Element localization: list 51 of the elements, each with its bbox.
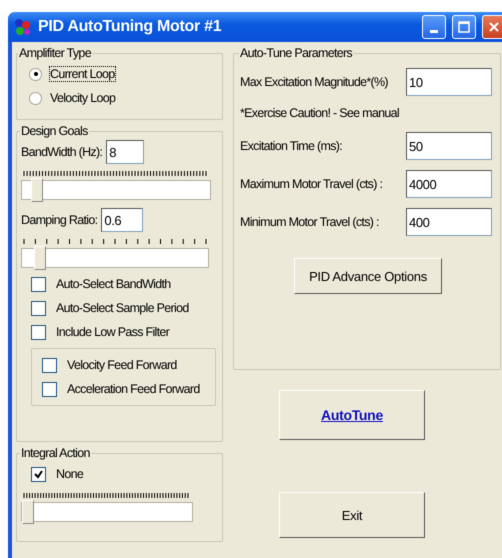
window-title: PID AutoTuning Motor #1	[38, 18, 222, 36]
minimize-button[interactable]	[422, 15, 446, 39]
input-field[interactable]: 400	[406, 208, 492, 236]
checkmark-icon	[34, 470, 43, 478]
input-field[interactable]: 50	[406, 132, 492, 160]
radio-button[interactable]	[29, 92, 42, 104]
warning-note: *Exercise Caution! - See manual	[240, 106, 400, 120]
autotune-button[interactable]: AutoTune	[279, 390, 425, 440]
input-field[interactable]: 4000	[406, 170, 492, 198]
checkbox[interactable]	[31, 466, 46, 482]
input-field[interactable]: 10	[406, 68, 492, 96]
radio-label: Velocity Loop	[50, 91, 116, 105]
field-label: Maximum Motor Travel (cts) :	[240, 177, 382, 191]
field-label: BandWidth (Hz):	[21, 145, 102, 159]
app-icon	[14, 18, 32, 36]
checkbox[interactable]	[31, 324, 46, 340]
field-label: Minimum Motor Travel (cts) :	[240, 215, 379, 229]
slider-thumb[interactable]	[34, 246, 46, 270]
field-label: Damping Ratio:	[21, 213, 98, 227]
radio-button[interactable]	[29, 68, 42, 80]
checkbox[interactable]	[31, 276, 46, 292]
maximize-button[interactable]	[452, 15, 476, 39]
slider[interactable]	[21, 502, 193, 522]
slider[interactable]	[21, 248, 209, 268]
checkbox-label: Auto-Select BandWidth	[56, 277, 171, 291]
checkbox[interactable]	[31, 300, 46, 316]
slider[interactable]	[21, 180, 211, 200]
input-field[interactable]: 8	[106, 140, 144, 164]
close-icon	[488, 21, 500, 33]
field-label: Max Excitation Magnitude*(%)	[240, 75, 388, 89]
checkbox-label: Acceleration Feed Forward	[67, 382, 200, 396]
checkbox-label: Include Low Pass Filter	[56, 325, 170, 339]
checkbox-label: None	[56, 467, 84, 481]
input-field[interactable]: 0.6	[101, 208, 144, 232]
group-title: Integral Action	[20, 446, 91, 460]
group-title: Amplifiter Type	[18, 46, 92, 60]
group-title: Design Goals	[20, 124, 89, 138]
exit-button[interactable]: Exit	[279, 492, 425, 538]
checkbox[interactable]	[42, 358, 57, 372]
advance-options-button[interactable]: PID Advance Options	[294, 258, 442, 294]
group-title: Auto-Tune Parameters	[239, 46, 353, 60]
field-label: Excitation Time (ms):	[240, 139, 342, 153]
radio-label: Current Loop	[50, 67, 115, 81]
slider-thumb[interactable]	[22, 500, 34, 524]
close-button[interactable]	[482, 15, 502, 39]
slider-thumb[interactable]	[30, 178, 43, 202]
checkbox-label: Velocity Feed Forward	[67, 358, 177, 372]
checkbox-label: Auto-Select Sample Period	[56, 301, 189, 315]
maximize-icon	[458, 21, 470, 33]
minimize-icon	[430, 30, 438, 32]
checkbox[interactable]	[42, 382, 57, 396]
